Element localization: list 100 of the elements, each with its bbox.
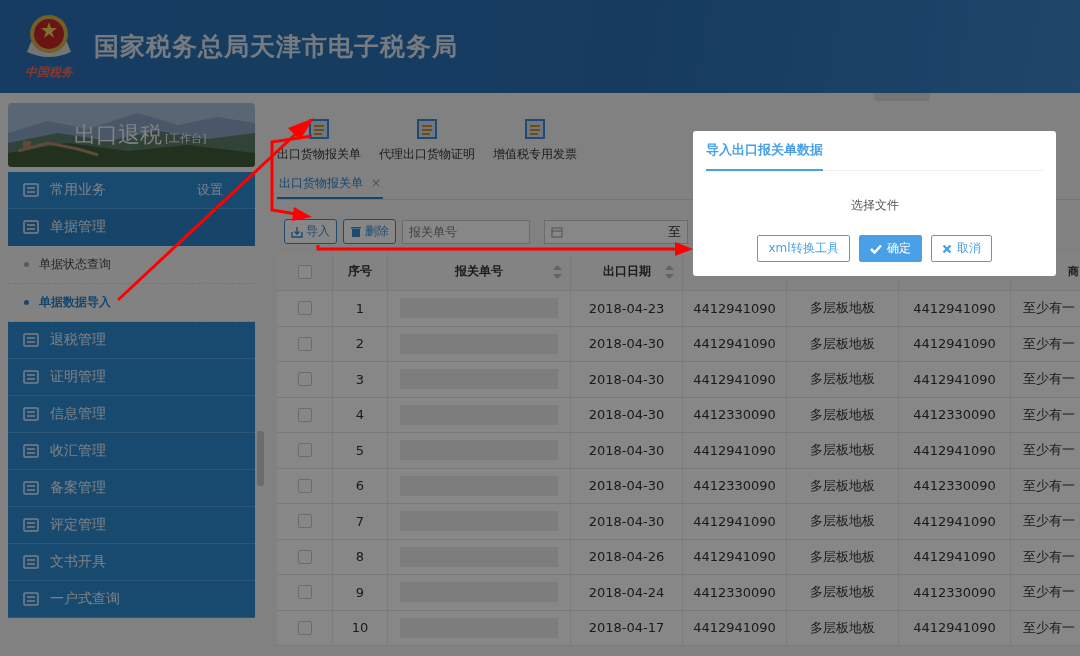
menu-icon bbox=[22, 590, 40, 608]
table-cell: 6 bbox=[355, 478, 365, 494]
table-cell: 多层板地板 bbox=[810, 618, 875, 637]
menu-item[interactable]: 评定管理 bbox=[8, 507, 255, 544]
menu-icon bbox=[22, 218, 40, 236]
table-cell: 1 bbox=[355, 300, 365, 316]
document-icon[interactable] bbox=[524, 118, 546, 140]
menu-item[interactable]: 单据管理 bbox=[8, 209, 255, 246]
row-checkbox[interactable] bbox=[297, 443, 312, 458]
table-cell: 4412330090 bbox=[693, 584, 776, 600]
row-checkbox[interactable] bbox=[297, 478, 312, 493]
table-cell: 4412330090 bbox=[693, 478, 776, 494]
delete-button[interactable]: 删除 bbox=[343, 219, 396, 244]
menu-item[interactable]: 文书开具 bbox=[8, 544, 255, 581]
row-checkbox[interactable] bbox=[297, 372, 312, 387]
menu-item[interactable]: 信息管理 bbox=[8, 396, 255, 433]
search-field[interactable]: 报关单号 bbox=[402, 219, 530, 244]
banner[interactable]: 出口退税[工作台] bbox=[8, 103, 255, 167]
table-cell: 4412330090 bbox=[913, 407, 996, 423]
table-cell: 多层板地板 bbox=[810, 547, 875, 566]
table-cell: 2 bbox=[355, 336, 365, 352]
table-cell: 4412941090 bbox=[693, 371, 776, 387]
table-cell: 2018-04-17 bbox=[588, 620, 665, 636]
table-cell: 4412941090 bbox=[693, 549, 776, 565]
menu-item[interactable]: 证明管理 bbox=[8, 359, 255, 396]
table-cell: 4412941090 bbox=[913, 442, 996, 458]
menu-item[interactable]: 退税管理 bbox=[8, 322, 255, 359]
document-icon[interactable] bbox=[308, 118, 330, 140]
site-title: 国家税务总局天津市电子税务局 bbox=[94, 31, 458, 63]
table-cell: 9 bbox=[355, 584, 365, 600]
row-checkbox[interactable] bbox=[297, 301, 312, 316]
menu-icon bbox=[22, 479, 40, 497]
table-cell: 2018-04-23 bbox=[588, 300, 665, 316]
row-checkbox[interactable] bbox=[297, 620, 312, 635]
table-cell: 10 bbox=[351, 620, 369, 636]
banner-subtitle: [工作台] bbox=[165, 131, 207, 146]
row-checkbox[interactable] bbox=[297, 549, 312, 564]
column-header: 商 bbox=[1068, 264, 1079, 279]
calendar-icon[interactable] bbox=[551, 225, 563, 238]
table-cell: 4 bbox=[355, 407, 365, 423]
menu-item[interactable]: 常用业务 设置 bbox=[8, 172, 255, 209]
menu-icon bbox=[22, 368, 40, 386]
row-checkbox[interactable] bbox=[297, 585, 312, 600]
document-icon[interactable] bbox=[416, 118, 438, 140]
table-cell: 4412330090 bbox=[913, 584, 996, 600]
row-checkbox[interactable] bbox=[297, 407, 312, 422]
column-header[interactable]: 报关单号 bbox=[455, 263, 503, 280]
table-cell: 8 bbox=[355, 549, 365, 565]
sort-icon[interactable] bbox=[553, 264, 562, 279]
row-checkbox[interactable] bbox=[297, 336, 312, 351]
menu-icon bbox=[22, 516, 40, 534]
tab[interactable]: 出口货物报关单 × bbox=[277, 169, 384, 199]
import-icon bbox=[291, 225, 303, 238]
menu-item[interactable]: 一户式查询 bbox=[8, 581, 255, 618]
table-cell: 5 bbox=[355, 442, 365, 458]
table-cell: 2018-04-30 bbox=[588, 442, 665, 458]
menu-icon bbox=[22, 405, 40, 423]
table-cell: 2018-04-24 bbox=[588, 584, 665, 600]
column-header: 序号 bbox=[348, 263, 372, 280]
file-chooser[interactable]: 选择文件 bbox=[706, 197, 1043, 214]
table-cell: 多层板地板 bbox=[810, 334, 875, 353]
table-cell: 多层板地板 bbox=[810, 583, 875, 602]
trash-icon bbox=[350, 225, 362, 238]
menu-item[interactable]: 收汇管理 bbox=[8, 433, 255, 470]
dialog-button[interactable]: xml转换工具 bbox=[757, 235, 850, 262]
menu-item[interactable]: 备案管理 bbox=[8, 470, 255, 507]
table-cell: 2018-04-30 bbox=[588, 371, 665, 387]
toolbar-button[interactable]: 出口货物报关单 bbox=[277, 118, 361, 163]
table-cell: 2018-04-26 bbox=[588, 549, 665, 565]
table-cell: 4412941090 bbox=[913, 300, 996, 316]
toolbar-button[interactable]: 代理出口货物证明 bbox=[379, 118, 475, 163]
table-cell: 多层板地板 bbox=[810, 512, 875, 531]
select-all-checkbox[interactable] bbox=[297, 264, 312, 279]
table-cell: 多层板地板 bbox=[810, 441, 875, 460]
row-checkbox[interactable] bbox=[297, 514, 312, 529]
table-cell: 4412941090 bbox=[693, 513, 776, 529]
date-range-field[interactable]: 至 bbox=[544, 219, 688, 244]
table-cell: 4412941090 bbox=[913, 336, 996, 352]
close-icon[interactable]: × bbox=[371, 176, 382, 190]
table-cell: 4412941090 bbox=[693, 620, 776, 636]
dialog-button[interactable]: 确定 bbox=[858, 235, 922, 262]
column-header[interactable]: 出口日期 bbox=[602, 263, 651, 280]
dialog-title: 导入出口报关单数据 bbox=[706, 141, 823, 171]
check-icon bbox=[869, 243, 882, 254]
table-cell: 多层板地板 bbox=[810, 405, 875, 424]
table-cell: 2018-04-30 bbox=[588, 336, 665, 352]
table-cell: 4412941090 bbox=[913, 549, 996, 565]
table-cell: 多层板地板 bbox=[810, 299, 875, 318]
sort-icon[interactable] bbox=[665, 264, 674, 279]
import-button[interactable]: 导入 bbox=[284, 219, 337, 244]
table-cell: 2018-04-30 bbox=[588, 478, 665, 494]
table-cell: 4412941090 bbox=[913, 371, 996, 387]
settings-link[interactable]: 设置 bbox=[197, 181, 223, 199]
collapse-handle[interactable] bbox=[874, 93, 930, 101]
dialog-button[interactable]: 取消 bbox=[930, 235, 992, 262]
table-cell: 4412941090 bbox=[693, 336, 776, 352]
menu-icon bbox=[22, 442, 40, 460]
toolbar-button[interactable]: 增值税专用发票 bbox=[493, 118, 577, 163]
table-cell: 4412941090 bbox=[913, 620, 996, 636]
table-cell: 4412330090 bbox=[693, 407, 776, 423]
